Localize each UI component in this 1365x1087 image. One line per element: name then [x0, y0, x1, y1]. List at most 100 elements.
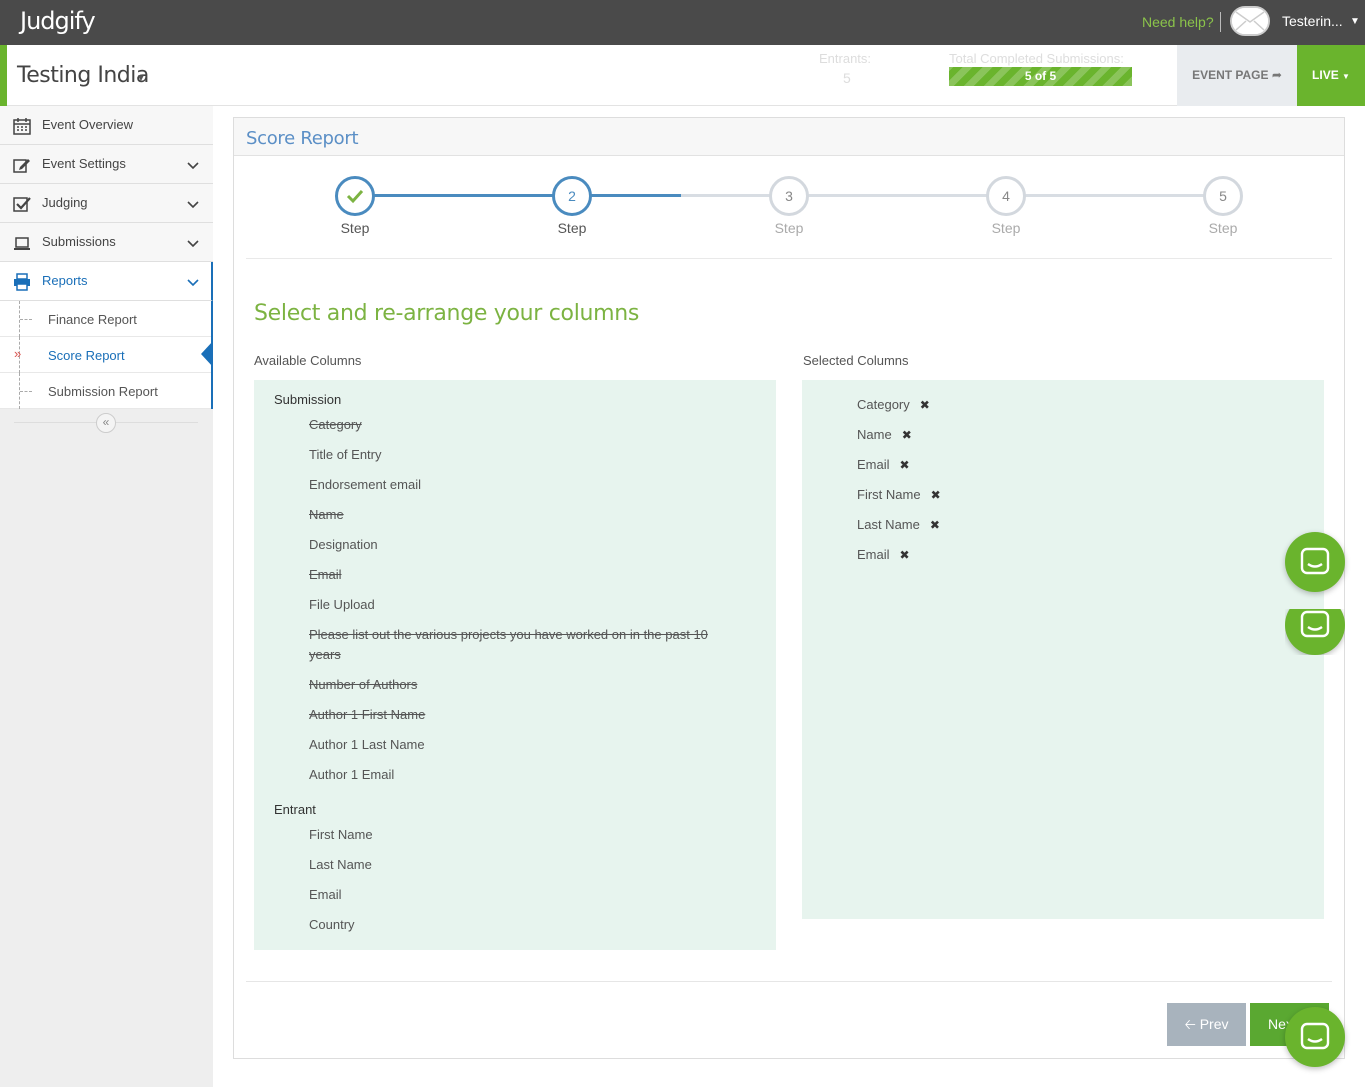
column-item[interactable]: Title of Entry — [309, 445, 739, 465]
chevron-down-icon — [187, 240, 199, 248]
caret-down-icon[interactable]: ▼ — [1350, 16, 1360, 27]
collapse-sidebar-button[interactable]: « — [96, 413, 116, 433]
step-4-circle[interactable]: 4 — [986, 176, 1026, 216]
submenu-item-label: Score Report — [48, 348, 125, 363]
event-title[interactable]: Testing India — [17, 63, 149, 88]
need-help-link[interactable]: Need help? — [1142, 14, 1214, 30]
step-3-circle[interactable]: 3 — [769, 176, 809, 216]
selected-column-item[interactable]: First Name ✖ — [857, 487, 941, 502]
remove-icon[interactable]: ✖ — [931, 488, 941, 502]
stepper-track-remaining — [681, 194, 1223, 197]
entrants-label: Entrants: — [819, 51, 872, 66]
column-item[interactable]: Category — [309, 415, 739, 435]
remove-icon[interactable]: ✖ — [930, 518, 940, 532]
tree-line — [20, 319, 32, 320]
step-1-circle[interactable] — [335, 176, 375, 216]
step-3-label: Step — [774, 220, 804, 236]
caret-down-icon[interactable]: ▼ — [136, 73, 146, 84]
step-5-label: Step — [1208, 220, 1238, 236]
step-4-label: Step — [991, 220, 1021, 236]
selected-column-item[interactable]: Email ✖ — [857, 457, 910, 472]
arrow-left-icon: 🡠 — [1184, 1016, 1196, 1032]
active-indicator-arrow — [201, 341, 213, 367]
selected-column-item[interactable]: Category ✖ — [857, 397, 930, 412]
chat-launcher-button[interactable] — [1285, 532, 1345, 592]
prev-button[interactable]: 🡠 Prev — [1167, 1003, 1246, 1046]
column-item[interactable]: Country — [309, 915, 739, 935]
column-item[interactable]: Number of Authors — [309, 675, 739, 695]
chat-icon — [1300, 1022, 1330, 1050]
step-2-label: Step — [557, 220, 587, 236]
column-item[interactable]: Last Name — [309, 855, 739, 875]
chat-launcher-button[interactable] — [1285, 1007, 1345, 1067]
user-name[interactable]: Testerin... — [1282, 13, 1343, 29]
sidebar-item-reports[interactable]: Reports — [0, 262, 213, 301]
column-item[interactable]: Author 1 Email — [309, 765, 739, 785]
sidebar-item-label: Submissions — [42, 234, 116, 249]
chevron-down-icon — [187, 162, 199, 170]
column-item[interactable]: Email — [309, 565, 739, 585]
column-item[interactable]: Designation — [309, 535, 739, 555]
event-page-button[interactable]: EVENT PAGE ➦ — [1177, 45, 1297, 106]
column-item[interactable]: File Upload — [309, 595, 739, 615]
column-item[interactable]: Endorsement email — [309, 475, 739, 495]
remove-icon[interactable]: ✖ — [902, 428, 912, 442]
sidebar: Event Overview Event Settings Judging Su… — [0, 106, 213, 1087]
calendar-icon — [13, 118, 31, 135]
stepper-track-complete — [374, 194, 681, 197]
column-item[interactable]: Name — [309, 505, 739, 525]
laptop-icon — [14, 237, 30, 250]
selected-column-item[interactable]: Last Name ✖ — [857, 517, 940, 532]
group-heading: Entrant — [274, 802, 316, 817]
submenu-item-score-report[interactable]: » Score Report — [0, 337, 211, 373]
page-title: Score Report — [246, 128, 359, 149]
column-item[interactable]: Author 1 Last Name — [309, 735, 739, 755]
event-header: Testing India ▼ Entrants: 5 Total Comple… — [0, 45, 1365, 106]
sidebar-item-label: Event Overview — [42, 117, 134, 132]
submenu-item-finance-report[interactable]: Finance Report — [0, 301, 211, 337]
sidebar-item-event-settings[interactable]: Event Settings — [0, 145, 213, 184]
available-columns-list: Submission Category Title of Entry Endor… — [254, 380, 776, 950]
chevron-down-icon — [187, 279, 199, 287]
available-columns-label: Available Columns — [254, 353, 362, 368]
printer-icon — [14, 273, 30, 291]
chevron-down-icon — [187, 201, 199, 209]
step-1-label: Step — [340, 220, 370, 236]
sidebar-item-event-overview[interactable]: Event Overview — [0, 106, 213, 145]
submenu-item-submission-report[interactable]: Submission Report — [0, 373, 211, 409]
check-icon — [346, 189, 364, 204]
remove-icon[interactable]: ✖ — [900, 458, 910, 472]
entrants-count: 5 — [843, 70, 851, 86]
double-chevron-right-icon: » — [14, 346, 22, 361]
total-submissions-label: Total Completed Submissions: — [949, 51, 1124, 66]
top-bar: Judgify Need help? Testerin... ▼ — [0, 0, 1365, 45]
selected-column-item[interactable]: Name ✖ — [857, 427, 912, 442]
column-item[interactable]: Please list out the various projects you… — [309, 625, 739, 665]
section-title: Select and re-arrange your columns — [254, 301, 640, 326]
submenu-item-label: Submission Report — [48, 384, 158, 399]
submenu-item-label: Finance Report — [48, 312, 137, 327]
remove-icon[interactable]: ✖ — [900, 548, 910, 562]
column-item[interactable]: First Name — [309, 825, 739, 845]
edit-icon — [13, 159, 30, 173]
divider — [246, 258, 1332, 259]
selected-column-item[interactable]: Email ✖ — [857, 547, 910, 562]
column-item[interactable]: Author 1 First Name — [309, 705, 739, 725]
step-5-circle[interactable]: 5 — [1203, 176, 1243, 216]
share-icon: ➦ — [1271, 68, 1282, 82]
column-item[interactable]: Email — [309, 885, 739, 905]
remove-icon[interactable]: ✖ — [920, 398, 930, 412]
sidebar-item-judging[interactable]: Judging — [0, 184, 213, 223]
reports-submenu: Finance Report » Score Report Submission… — [0, 301, 213, 409]
divider — [246, 981, 1332, 982]
avatar[interactable] — [1230, 6, 1270, 36]
progress-text: 5 of 5 — [1024, 69, 1057, 83]
tree-line — [20, 391, 32, 392]
live-button[interactable]: LIVE ▼ — [1297, 45, 1365, 106]
judgify-logo[interactable]: Judgify — [20, 7, 96, 35]
selected-columns-label: Selected Columns — [803, 353, 909, 368]
caret-down-icon: ▼ — [1342, 72, 1350, 81]
sidebar-item-submissions[interactable]: Submissions — [0, 223, 213, 262]
step-2-circle[interactable]: 2 — [552, 176, 592, 216]
selected-columns-list: Category ✖ Name ✖ Email ✖ First Name ✖ Last … — [802, 380, 1324, 919]
